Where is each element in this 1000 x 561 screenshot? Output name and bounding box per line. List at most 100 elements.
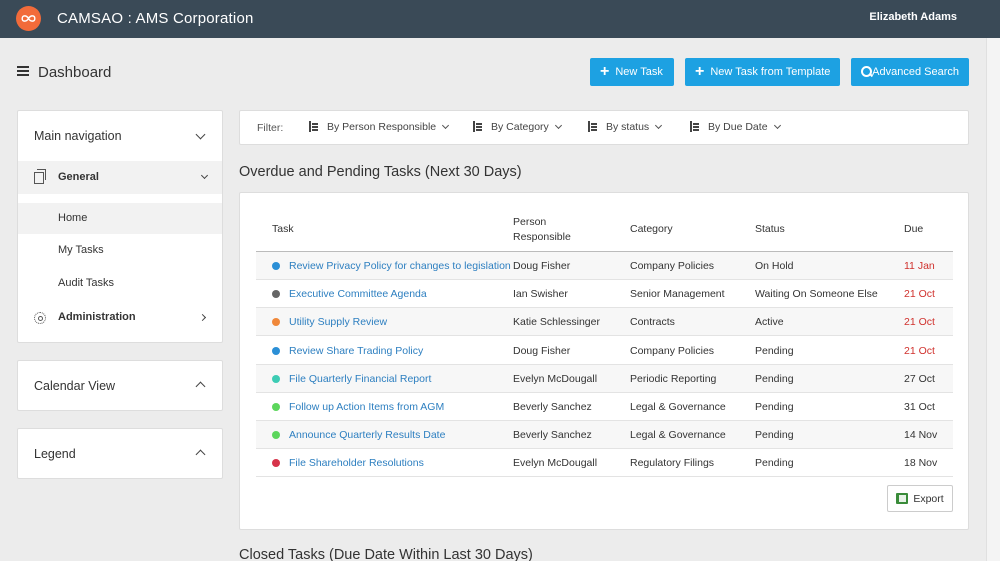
category-cell: Periodic Reporting xyxy=(630,372,717,385)
advanced-search-button[interactable]: Advanced Search xyxy=(851,58,969,86)
search-icon xyxy=(861,66,873,78)
chevron-down-icon xyxy=(655,121,663,130)
infinity-icon xyxy=(21,15,36,22)
column-header-person-line1[interactable]: Person xyxy=(513,216,546,228)
sidebar-item-label: General xyxy=(58,171,99,183)
due-cell: 31 Oct xyxy=(904,401,935,413)
status-cell: On Hold xyxy=(755,260,794,272)
filter-bar: Filter: By Person Responsible By Categor… xyxy=(239,110,969,145)
tasks-table-card: Task Person Responsible Category Status … xyxy=(239,192,969,530)
new-task-from-template-button[interactable]: + New Task from Template xyxy=(685,58,840,86)
column-header-task[interactable]: Task xyxy=(272,223,294,235)
status-cell: Active xyxy=(755,316,784,329)
table-row[interactable]: File Quarterly Financial Report Evelyn Mc… xyxy=(256,364,953,393)
table-row[interactable]: Review Privacy Policy for changes to leg… xyxy=(256,252,953,280)
top-bar: CAMSAO : AMS Corporation Elizabeth Adams xyxy=(0,0,1000,38)
calendar-view-panel: Calendar View xyxy=(17,360,223,411)
status-cell: Pending xyxy=(755,372,794,385)
sort-icon xyxy=(471,121,483,133)
category-color-dot xyxy=(272,318,280,327)
filter-label: Filter: xyxy=(257,122,284,134)
filter-by-person[interactable]: By Person Responsible xyxy=(307,121,450,133)
user-menu[interactable]: Elizabeth Adams xyxy=(869,11,957,23)
plus-icon: + xyxy=(600,63,610,80)
category-cell: Regulatory Filings xyxy=(630,457,715,470)
chevron-up-icon[interactable] xyxy=(195,381,206,392)
task-link[interactable]: Utility Supply Review xyxy=(289,316,387,328)
task-link[interactable]: Follow up Action Items from AGM xyxy=(289,401,444,413)
status-cell: Pending xyxy=(755,457,794,470)
category-cell: Legal & Governance xyxy=(630,401,726,413)
chevron-down-icon xyxy=(442,121,450,130)
table-row[interactable]: File Shareholder Resolutions Evelyn McDou… xyxy=(256,449,953,478)
legend-panel: Legend xyxy=(17,428,223,479)
task-link[interactable]: Executive Committee Agenda xyxy=(289,288,427,300)
chevron-up-icon[interactable] xyxy=(195,449,206,460)
column-header-person-line2[interactable]: Responsible xyxy=(513,231,571,243)
status-cell: Pending xyxy=(755,344,794,357)
page-scrollbar[interactable] xyxy=(986,38,1000,561)
sort-icon xyxy=(688,121,700,133)
sidebar-item-home[interactable]: Home xyxy=(18,203,222,234)
category-cell: Senior Management xyxy=(630,288,725,301)
main-navigation-panel: Main navigation General Home My Tasks Au… xyxy=(17,110,223,343)
chevron-down-icon xyxy=(773,121,781,130)
plus-icon: + xyxy=(695,63,705,80)
advanced-search-label: Advanced Search xyxy=(872,66,959,78)
main-navigation-title[interactable]: Main navigation xyxy=(34,129,122,143)
filter-by-status[interactable]: By status xyxy=(586,121,663,133)
task-link[interactable]: File Quarterly Financial Report xyxy=(289,373,431,385)
task-link[interactable]: Announce Quarterly Results Date xyxy=(289,429,445,441)
sidebar-item-administration[interactable]: Administration xyxy=(58,311,136,323)
chevron-down-icon[interactable] xyxy=(195,129,206,140)
status-cell: Waiting On Someone Else xyxy=(755,288,878,301)
category-cell: Legal & Governance xyxy=(630,429,726,442)
table-row[interactable]: Utility Supply Review Katie Schlessinger C… xyxy=(256,308,953,337)
task-link[interactable]: File Shareholder Resolutions xyxy=(289,457,424,469)
new-task-label: New Task xyxy=(615,66,663,78)
column-header-due[interactable]: Due xyxy=(904,223,923,235)
export-label: Export xyxy=(913,492,944,505)
person-cell: Evelyn McDougall xyxy=(513,457,598,470)
sidebar-item-my-tasks[interactable]: My Tasks xyxy=(58,244,104,256)
filter-by-due-date[interactable]: By Due Date xyxy=(688,121,781,133)
person-cell: Evelyn McDougall xyxy=(513,372,598,385)
table-row[interactable]: Executive Committee Agenda Ian Swisher Sen… xyxy=(256,280,953,309)
column-header-category[interactable]: Category xyxy=(630,223,673,235)
person-cell: Ian Swisher xyxy=(513,288,568,301)
category-cell: Contracts xyxy=(630,316,675,329)
person-cell: Beverly Sanchez xyxy=(513,401,592,413)
sidebar-item-audit-tasks[interactable]: Audit Tasks xyxy=(58,277,114,289)
task-link[interactable]: Review Share Trading Policy xyxy=(289,345,423,357)
app-logo[interactable] xyxy=(16,6,41,31)
category-color-dot xyxy=(272,290,280,299)
filter-option-label: By Category xyxy=(491,121,549,133)
legend-title[interactable]: Legend xyxy=(34,447,76,461)
hamburger-menu-icon[interactable] xyxy=(17,66,29,76)
filter-by-category[interactable]: By Category xyxy=(471,121,562,133)
status-cell: Pending xyxy=(755,429,794,442)
calendar-view-title[interactable]: Calendar View xyxy=(34,379,115,393)
due-cell: 21 Oct xyxy=(904,344,935,357)
column-header-status[interactable]: Status xyxy=(755,223,785,235)
export-button[interactable]: Export xyxy=(887,485,953,512)
category-color-dot xyxy=(272,431,280,440)
category-color-dot xyxy=(272,346,280,355)
due-cell: 11 Jan xyxy=(904,260,935,272)
sidebar-item-label: Home xyxy=(58,212,88,224)
chevron-down-icon xyxy=(554,121,562,130)
category-cell: Company Policies xyxy=(630,260,715,272)
task-link[interactable]: Review Privacy Policy for changes to leg… xyxy=(289,260,511,272)
due-cell: 14 Nov xyxy=(904,429,938,442)
sidebar-item-general[interactable]: General xyxy=(18,161,222,194)
app-title: CAMSAO : AMS Corporation xyxy=(57,10,254,27)
table-row[interactable]: Announce Quarterly Results Date Beverly S… xyxy=(256,421,953,450)
due-cell: 18 Nov xyxy=(904,457,938,470)
chevron-right-icon[interactable] xyxy=(198,313,207,322)
new-task-button[interactable]: + New Task xyxy=(590,58,674,86)
due-cell: 21 Oct xyxy=(904,288,935,301)
table-row[interactable]: Follow up Action Items from AGM Beverly S… xyxy=(256,393,953,421)
due-cell: 21 Oct xyxy=(904,316,935,329)
category-color-dot xyxy=(272,403,280,411)
table-row[interactable]: Review Share Trading Policy Doug Fisher Co… xyxy=(256,337,953,365)
